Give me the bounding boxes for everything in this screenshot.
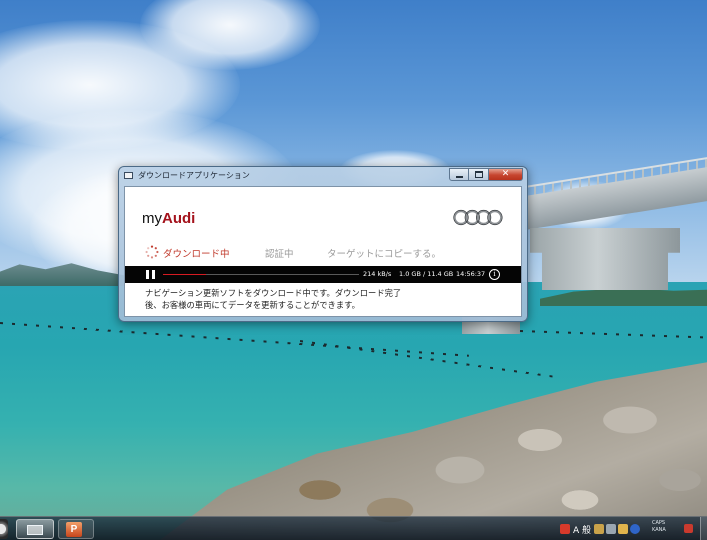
window-client-area: myAudi ダウンロード中 認証中 ターゲットにコピーする。 214 kB/s… [124,186,522,317]
pause-icon [146,270,149,279]
tray-flag-icon[interactable] [684,524,693,533]
tray-help-icon[interactable] [630,524,641,534]
powerpoint-icon: P [66,522,82,537]
start-orb-icon[interactable] [0,519,8,539]
download-application-window: ダウンロードアプリケーション ✕ myAudi ダウンロード中 認証中 ターゲッ… [118,166,528,322]
window-title: ダウンロードアプリケーション [138,171,250,180]
taskbar: P A 般 CAPS KANA [0,516,707,540]
tray-tool-icon[interactable] [594,524,605,534]
tray-caps-label: CAPS [652,520,666,526]
download-size: 1.0 GB / 11.4 GB [399,270,454,278]
taskbar-powerpoint-button[interactable]: P [58,519,94,539]
loading-spinner-icon [145,245,159,259]
audi-rings-logo [453,209,503,226]
taskbar-download-app-button[interactable] [16,519,54,539]
info-icon[interactable]: i [489,269,500,280]
window-app-icon [124,172,133,179]
status-message: ナビゲーション更新ソフトをダウンロード中です。ダウンロード完了 後、お客様の車両… [145,287,475,311]
step-authenticating: 認証中 [265,249,294,260]
window-caption-buttons: ✕ [449,168,523,181]
window-thumbnail-icon [27,525,43,535]
progress-track [163,274,359,275]
status-message-line: ナビゲーション更新ソフトをダウンロード中です。ダウンロード完了 [145,288,402,298]
pause-button[interactable] [146,270,155,279]
maximize-button[interactable] [469,168,489,181]
progress-fill [163,274,207,275]
tray-gear-icon[interactable] [606,524,617,534]
tray-kana-label: KANA [652,527,666,533]
tray-folder-icon[interactable] [618,524,629,534]
brand-name: Audi [162,210,196,227]
step-copy-to-target: ターゲットにコピーする。 [327,249,442,260]
tray-red-icon[interactable] [560,524,570,534]
maximize-icon [474,171,483,178]
minimize-button[interactable] [449,168,469,181]
window-titlebar[interactable]: ダウンロードアプリケーション ✕ [119,167,527,185]
close-icon: ✕ [501,169,510,179]
step-downloading: ダウンロード中 [163,249,230,260]
status-message-line: 後、お客様の車両にてデータを更新することができます。 [145,300,360,310]
show-desktop-button[interactable] [700,517,707,540]
download-steps: ダウンロード中 認証中 ターゲットにコピーする。 [145,245,515,260]
ime-indicator[interactable]: A 般 [572,523,592,536]
app-brand-title: myAudi [142,210,195,227]
brand-prefix: my [142,210,162,227]
download-speed: 214 kB/s [363,270,392,278]
close-button[interactable]: ✕ [489,168,523,181]
time-remaining: 14:56:37 [456,270,486,278]
system-tray: A 般 [560,521,641,537]
download-progress-bar: 214 kB/s 1.0 GB / 11.4 GB 14:56:37 i [125,266,521,283]
tray-caps-kana[interactable]: CAPS KANA [652,520,666,534]
wallpaper-bridge-pier [530,228,680,290]
pause-icon [152,270,155,279]
minimize-icon [455,176,463,178]
